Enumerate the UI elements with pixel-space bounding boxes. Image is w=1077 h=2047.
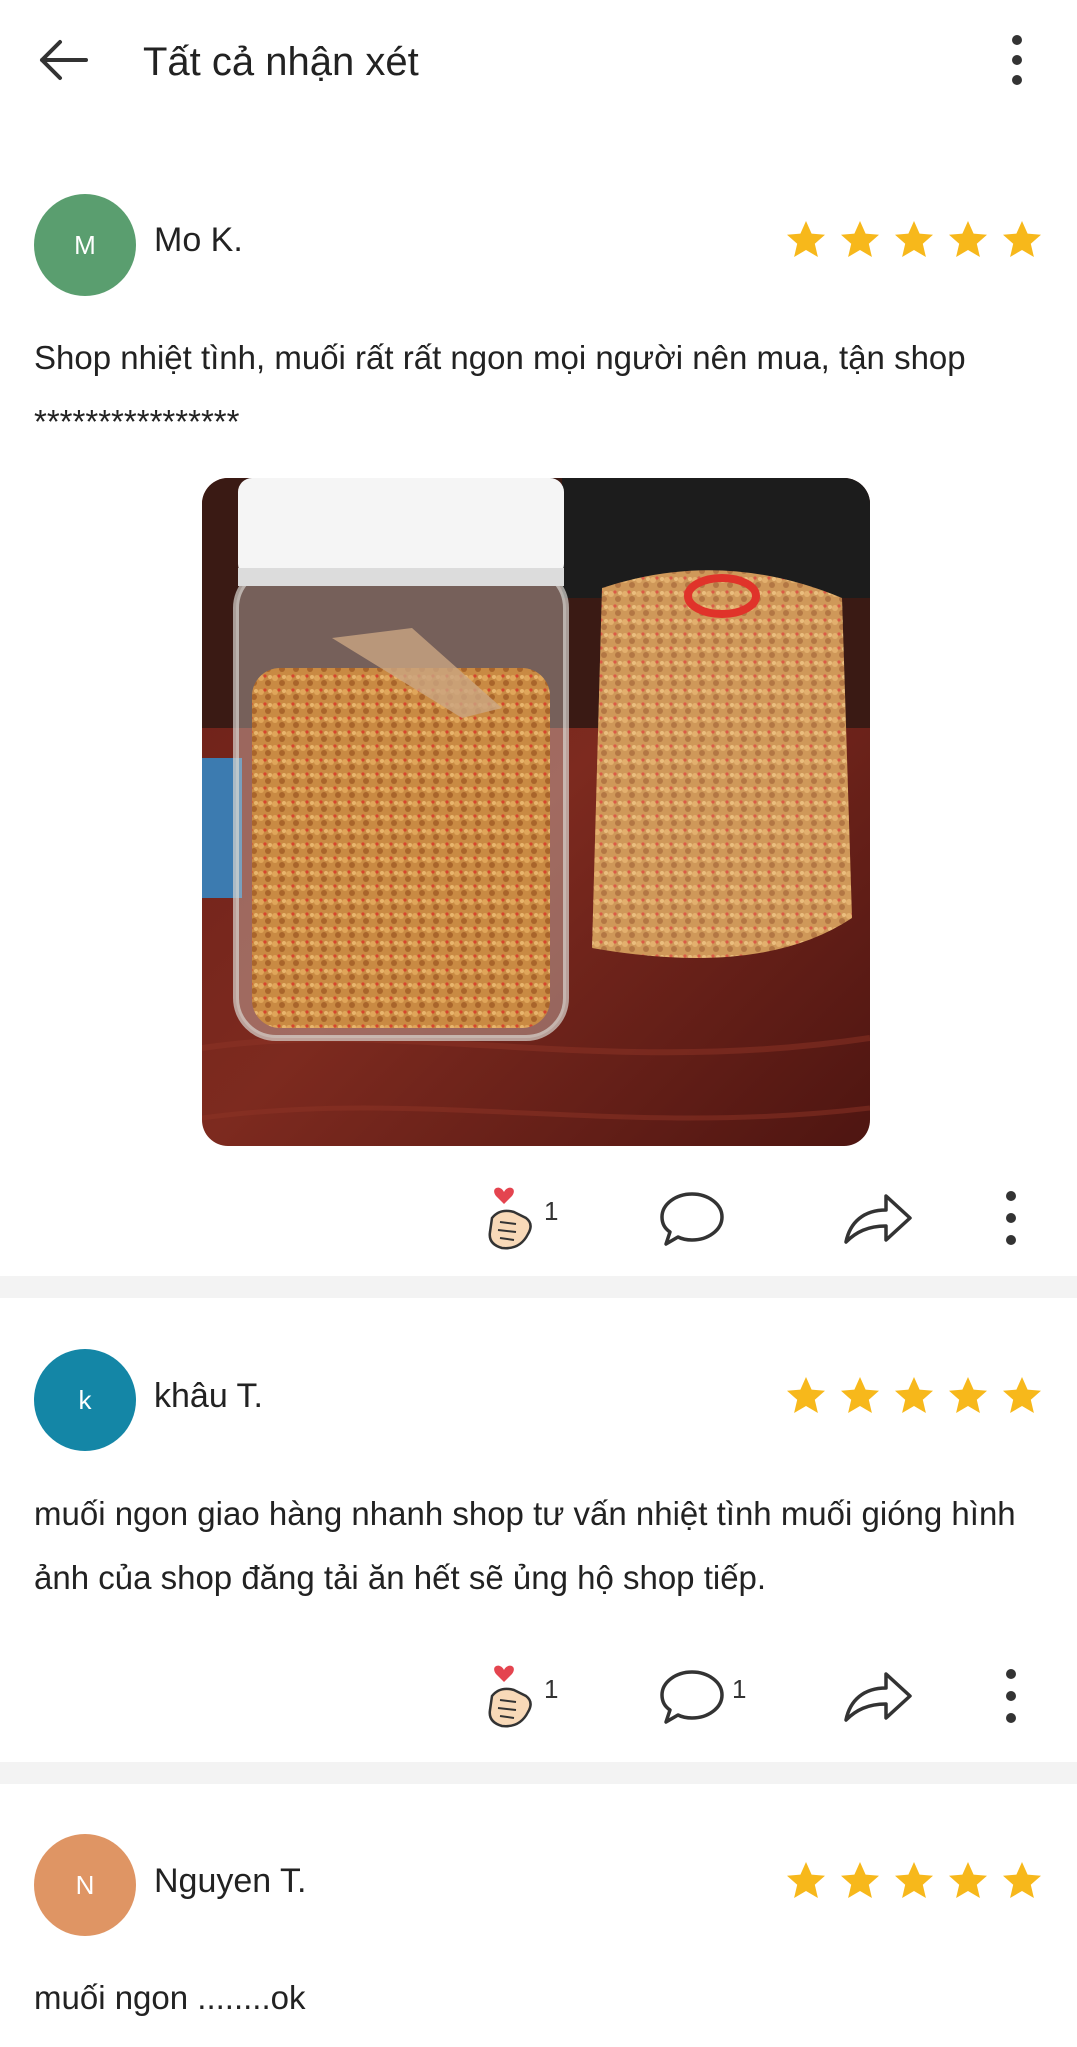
more-vertical-icon	[1006, 1191, 1016, 1245]
review-actions: 1	[0, 1178, 1077, 1258]
back-button[interactable]	[34, 30, 94, 90]
star-icon	[895, 1377, 933, 1413]
star-icon	[949, 1377, 987, 1413]
like-button[interactable]: 1	[480, 1178, 558, 1258]
avatar[interactable]: N	[34, 1834, 136, 1936]
avatar-letter: N	[75, 1869, 95, 1900]
review-more-button[interactable]	[996, 1656, 1026, 1736]
star-icon	[787, 1377, 825, 1413]
avatar[interactable]: k	[34, 1349, 136, 1451]
review-actions: 1 1	[0, 1656, 1077, 1736]
reviewer-name[interactable]: Mo K.	[154, 220, 243, 260]
avatar[interactable]: M	[34, 194, 136, 296]
star-icon	[841, 221, 879, 257]
review-more-button[interactable]	[996, 1178, 1026, 1258]
review-text: muối ngon ........ok	[34, 1979, 306, 2016]
star-icon	[949, 221, 987, 257]
more-vertical-icon	[1006, 1669, 1016, 1723]
star-rating	[784, 1859, 1044, 1903]
avatar-letter: M	[74, 229, 96, 260]
share-button[interactable]	[840, 1178, 916, 1258]
review-photo[interactable]	[202, 478, 870, 1146]
like-count: 1	[544, 1195, 559, 1226]
reviewer-name[interactable]: khâu T.	[154, 1376, 263, 1416]
arrow-left-icon	[40, 40, 88, 80]
star-icon	[787, 221, 825, 257]
star-rating	[784, 218, 1044, 262]
star-icon	[1003, 1862, 1041, 1898]
star-icon	[841, 1377, 879, 1413]
comment-icon	[660, 1192, 724, 1246]
star-icon	[787, 1862, 825, 1898]
star-icon	[895, 221, 933, 257]
like-button[interactable]: 1	[480, 1656, 558, 1736]
top-bar: Tất cả nhận xét	[0, 0, 1077, 125]
star-icon	[1003, 1377, 1041, 1413]
star-icon	[1003, 221, 1041, 257]
section-divider	[0, 1276, 1077, 1298]
avatar-letter: k	[78, 1384, 92, 1415]
star-icon	[895, 1862, 933, 1898]
share-icon	[844, 1194, 912, 1244]
comment-count: 1	[732, 1673, 747, 1704]
page-title: Tất cả nhận xét	[143, 40, 419, 84]
review-text: muối ngon giao hàng nhanh shop tư vấn nh…	[34, 1495, 1016, 1596]
share-icon	[844, 1672, 912, 1722]
review-text: Shop nhiệt tình, muối rất rất ngon mọi n…	[34, 339, 966, 440]
share-button[interactable]	[840, 1656, 916, 1736]
like-count: 1	[544, 1673, 559, 1704]
section-divider	[0, 1762, 1077, 1784]
comment-icon	[660, 1670, 724, 1724]
more-options-button[interactable]	[1000, 30, 1034, 90]
star-icon	[949, 1862, 987, 1898]
more-vertical-icon	[1012, 35, 1022, 85]
reviewer-name[interactable]: Nguyen T.	[154, 1861, 306, 1901]
finger-heart-icon	[488, 1665, 532, 1728]
finger-heart-icon	[488, 1187, 532, 1250]
star-icon	[841, 1862, 879, 1898]
comment-button[interactable]: 1	[656, 1656, 746, 1736]
review-photo-image	[202, 478, 870, 1146]
star-rating	[784, 1374, 1044, 1418]
comment-button[interactable]	[656, 1178, 732, 1258]
